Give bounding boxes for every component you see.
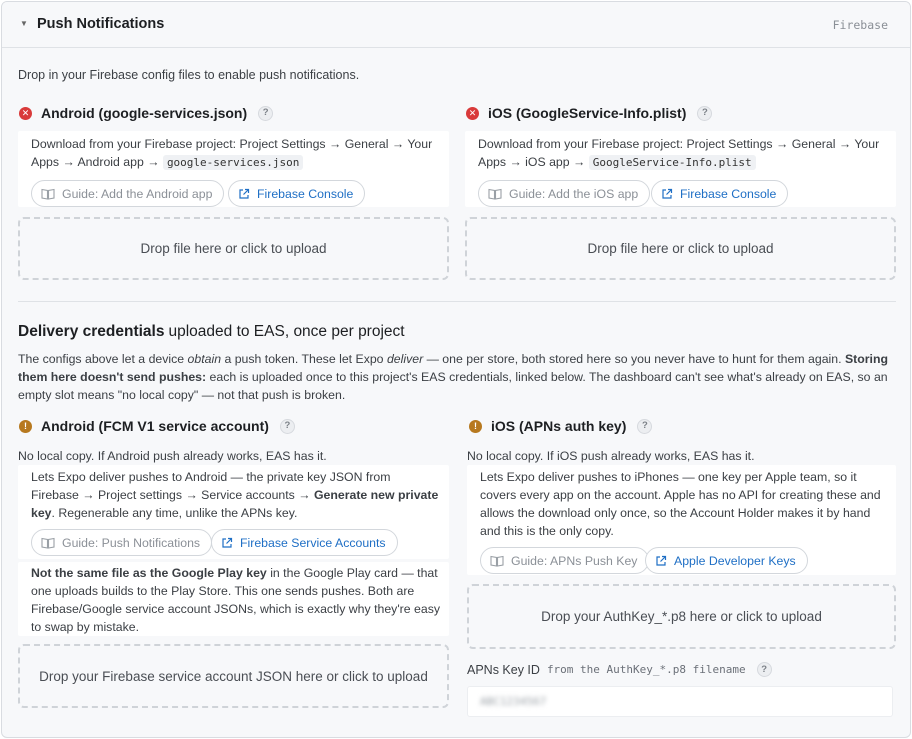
external-link-icon [655, 555, 667, 567]
book-icon [41, 537, 55, 549]
delivery-credentials-heading: Delivery credentials uploaded to EAS, onc… [18, 323, 405, 341]
book-icon [488, 188, 502, 200]
error-status-icon: ✕ [466, 106, 479, 120]
android-config-title: Android (google-services.json) [41, 105, 248, 121]
android-no-local-copy: No local copy. If Android push already w… [18, 449, 327, 463]
google-play-warning-card: Not the same file as the Google Play key… [18, 562, 449, 636]
ios-config-title-row: ✕ iOS (GoogleService-Info.plist) ? [466, 105, 713, 121]
delivery-description: The configs above let a device obtain a … [18, 352, 888, 402]
apns-guide-button[interactable]: Guide: APNs Push Key [480, 547, 650, 574]
apns-key-id-value: ABC1234567 [480, 695, 547, 708]
apns-key-id-label: APNs Key ID [467, 662, 540, 677]
filename-code: google-services.json [162, 155, 304, 170]
ios-config-title: iOS (GoogleService-Info.plist) [488, 105, 687, 121]
android-fcm-dropzone[interactable]: Drop your Firebase service account JSON … [18, 644, 449, 708]
google-play-warning-note: Not the same file as the Google Play key… [31, 566, 440, 634]
android-config-dropzone[interactable]: Drop file here or click to upload [18, 217, 449, 280]
section-divider [18, 301, 896, 302]
firebase-service-accounts-link[interactable]: Firebase Service Accounts [211, 529, 398, 556]
ios-apns-desc: Lets Expo deliver pushes to iPhones — on… [480, 470, 881, 538]
ios-config-dropzone[interactable]: Drop file here or click to upload [465, 217, 896, 280]
android-config-desc: Download from your Firebase project: Pro… [31, 137, 433, 170]
help-icon[interactable]: ? [637, 418, 653, 434]
android-fcm-title: Android (FCM V1 service account) [41, 418, 269, 434]
android-guide-button[interactable]: Guide: Add the Android app [31, 180, 225, 207]
ios-guide-button[interactable]: Guide: Add the iOS app [478, 180, 651, 207]
book-icon [41, 188, 55, 200]
android-fcm-title-row: ! Android (FCM V1 service account) ? [19, 418, 295, 434]
ios-apns-title-row: ! iOS (APNs auth key) ? [469, 418, 653, 434]
android-config-title-row: ✕ Android (google-services.json) ? [19, 105, 274, 121]
panel-title: Push Notifications [37, 16, 165, 32]
warning-status-icon: ! [469, 419, 482, 433]
apns-key-id-label-row: APNs Key ID from the AuthKey_*.p8 filena… [467, 662, 772, 677]
push-notifications-guide-button[interactable]: Guide: Push Notifications [31, 529, 213, 556]
help-icon[interactable]: ? [697, 105, 713, 121]
provider-tag: Firebase [832, 18, 888, 32]
help-icon[interactable]: ? [258, 105, 274, 121]
panel-header[interactable]: ▼ Push Notifications Firebase [2, 2, 910, 48]
apple-developer-keys-link[interactable]: Apple Developer Keys [645, 547, 808, 574]
external-link-icon [238, 188, 250, 200]
push-notifications-panel: ▼ Push Notifications Firebase Drop in yo… [1, 1, 911, 738]
apns-key-dropzone[interactable]: Drop your AuthKey_*.p8 here or click to … [467, 584, 896, 649]
ios-apns-title: iOS (APNs auth key) [491, 418, 627, 434]
filename-code: GoogleService-Info.plist [588, 155, 756, 170]
android-fcm-desc: Lets Expo deliver pushes to Android — th… [31, 470, 439, 520]
apns-key-id-hint: from the AuthKey_*.p8 filename [546, 663, 746, 676]
delivery-subtitle: uploaded to EAS, once per project [168, 323, 405, 340]
warning-status-icon: ! [19, 419, 32, 433]
book-icon [490, 555, 504, 567]
ios-config-desc: Download from your Firebase project: Pro… [478, 137, 880, 170]
error-status-icon: ✕ [19, 106, 32, 120]
intro-text: Drop in your Firebase config files to en… [18, 68, 360, 82]
delivery-title: Delivery credentials [18, 323, 165, 340]
ios-firebase-console-link[interactable]: Firebase Console [651, 180, 789, 207]
help-icon[interactable]: ? [279, 418, 295, 434]
ios-no-local-copy: No local copy. If iOS push already works… [467, 449, 755, 463]
help-icon[interactable]: ? [756, 662, 772, 677]
external-link-icon [661, 188, 673, 200]
collapse-caret-icon[interactable]: ▼ [20, 19, 28, 28]
android-firebase-console-link[interactable]: Firebase Console [228, 180, 366, 207]
external-link-icon [221, 537, 233, 549]
apns-key-id-input[interactable]: ABC1234567 [467, 686, 893, 717]
